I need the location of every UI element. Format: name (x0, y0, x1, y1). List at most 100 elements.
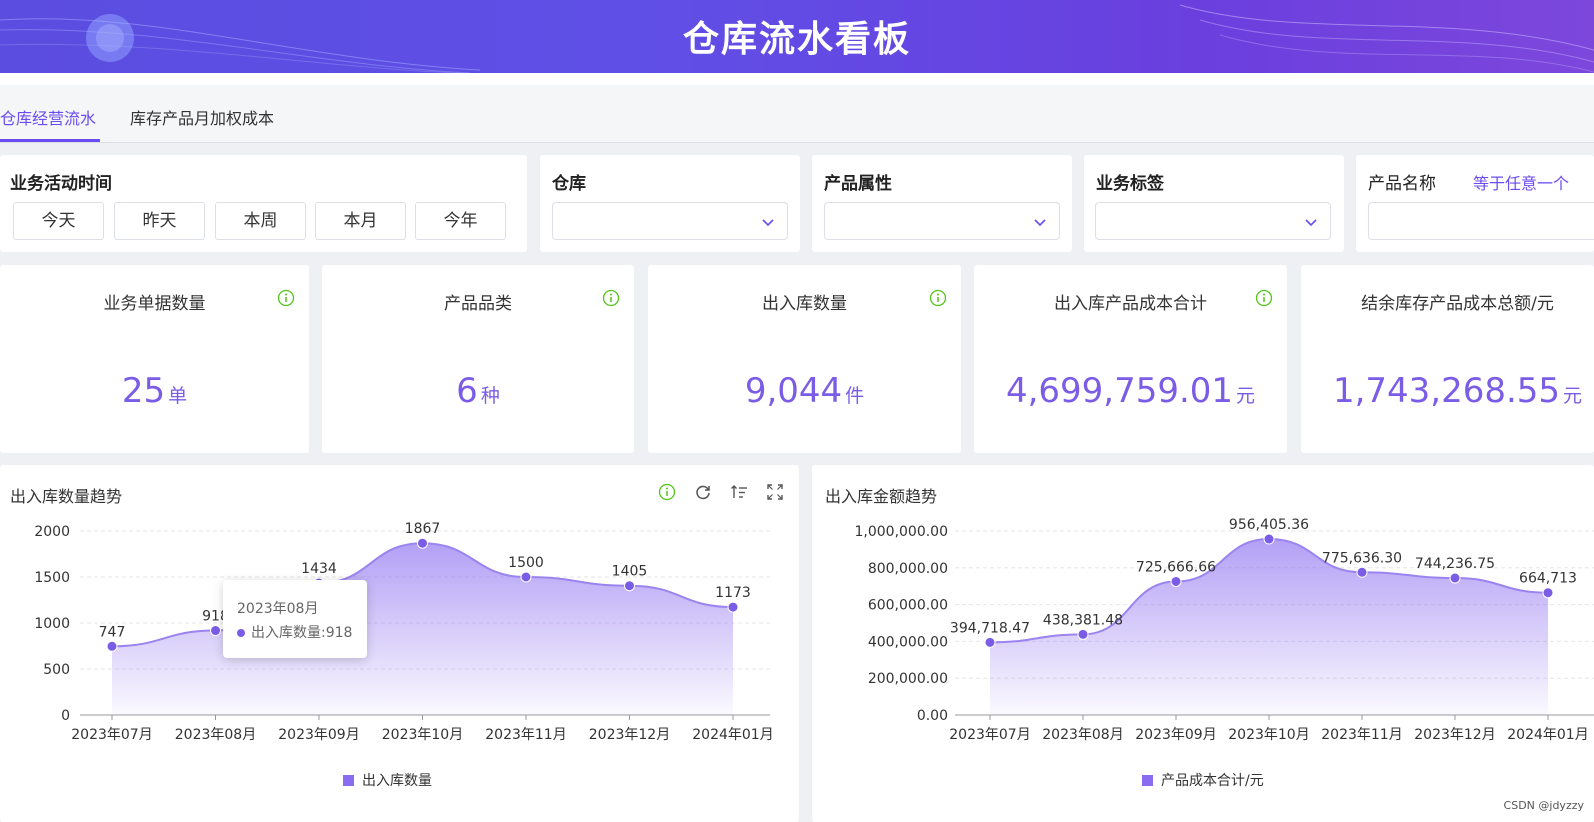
y-tick-label: 800,000.00 (868, 561, 948, 577)
filter-product-name-label: 产品名称 (1368, 174, 1436, 194)
filter-date: 业务活动时间 今天 昨天 本周 本月 今年 (0, 155, 527, 252)
sort-icon[interactable] (730, 483, 748, 501)
warehouse-select[interactable] (552, 202, 788, 240)
header-banner: 仓库流水看板 (0, 0, 1594, 73)
qty-trend-chart: 0 500 1000 1500 2000 2023年07月 2023年08月 2023年09月… (34, 521, 773, 743)
tab-monthly-weighted-cost[interactable]: 库存产品月加权成本 (130, 105, 274, 129)
y-tick-label: 600,000.00 (868, 598, 948, 614)
product-attr-select[interactable] (824, 202, 1060, 240)
chart-tooltip: 2023年08月 出入库数量:918 (223, 580, 367, 658)
data-point (1263, 533, 1275, 545)
date-this-week-button[interactable]: 本周 (215, 202, 306, 240)
data-label: 1500 (508, 555, 544, 571)
data-point (624, 580, 635, 592)
product-name-match-mode[interactable]: 等于任意一个 (1473, 170, 1569, 194)
x-tick-label: 2023年07月 (949, 727, 1030, 743)
fullscreen-icon[interactable] (766, 483, 784, 501)
x-tick-label: 2023年11月 (1321, 727, 1402, 743)
info-icon[interactable] (277, 289, 295, 307)
filter-product-attr: 产品属性 (812, 155, 1072, 252)
filter-warehouse-label: 仓库 (552, 174, 586, 194)
legend-swatch (343, 775, 354, 786)
active-tab-indicator (0, 139, 100, 142)
x-tick-label: 2023年12月 (589, 727, 670, 743)
kpi-value: 4,699,759.01 元 (1005, 371, 1256, 411)
chart-panel-qty: 出入库数量趋势 0 500 1000 1500 2000 2023年07月 2023年08月… (0, 465, 799, 822)
data-label: 775,636.30 (1322, 550, 1402, 566)
data-point (417, 537, 428, 549)
kpi-title: 出入库数量 (762, 294, 847, 314)
chevron-down-icon (1305, 219, 1317, 227)
data-point (1170, 575, 1182, 587)
x-tick-label: 2023年07月 (71, 727, 152, 743)
data-label: 744,236.75 (1415, 556, 1495, 572)
y-tick-label: 0.00 (917, 708, 948, 724)
x-tick-label: 2023年11月 (485, 727, 566, 743)
y-tick-label: 400,000.00 (868, 634, 948, 650)
data-label: 747 (99, 624, 126, 640)
kpi-value: 6种 (456, 371, 500, 411)
filter-business-tag: 业务标签 (1084, 155, 1344, 252)
info-icon[interactable] (602, 289, 620, 307)
chart-title: 出入库金额趋势 (825, 487, 938, 506)
filter-date-label: 业务活动时间 (10, 174, 112, 194)
kpi-card-categories: 产品品类 6种 (322, 265, 634, 453)
chart-title: 出入库数量趋势 (10, 487, 123, 506)
data-point (727, 601, 739, 613)
chart-panel-amount: 出入库金额趋势 0.00 200,000.00 400,000.00 600,000.… (812, 465, 1594, 822)
y-tick-label: 1,000,000.00 (854, 524, 948, 540)
data-point (1542, 587, 1554, 599)
x-tick-label: 2023年12月 (1414, 727, 1495, 743)
info-icon[interactable] (1255, 289, 1273, 307)
filter-product-name: 产品名称 等于任意一个 (1356, 155, 1594, 252)
kpi-value: 9,044 件 (744, 371, 865, 411)
data-label: 1867 (405, 521, 441, 537)
filter-warehouse: 仓库 (540, 155, 800, 252)
x-tick-label: 2024年01月 (1507, 727, 1588, 743)
date-this-year-button[interactable]: 今年 (415, 202, 506, 240)
data-point (1449, 572, 1461, 584)
product-name-input[interactable] (1368, 202, 1594, 240)
data-label: 1405 (612, 564, 648, 580)
x-tick-label: 2023年09月 (278, 727, 359, 743)
kpi-value: 25 单 (121, 371, 188, 411)
chevron-down-icon (762, 219, 774, 227)
watermark: CSDN @jdyzzy (1503, 799, 1584, 812)
refresh-icon[interactable] (694, 483, 712, 501)
banner-strip (0, 73, 1594, 85)
date-yesterday-button[interactable]: 昨天 (114, 202, 205, 240)
data-point (106, 640, 118, 652)
y-tick-label: 1500 (34, 570, 70, 586)
x-tick-label: 2023年08月 (175, 727, 256, 743)
x-tick-label: 2023年10月 (1228, 727, 1309, 743)
info-icon[interactable] (658, 483, 676, 501)
kpi-value: 1,743,268.55 元 (1332, 371, 1583, 411)
kpi-title: 出入库产品成本合计 (1054, 294, 1207, 314)
x-tick-label: 2023年08月 (1042, 727, 1123, 743)
data-point (520, 571, 532, 583)
kpi-card-quantity: 出入库数量 9,044 件 (648, 265, 961, 453)
data-point (1356, 566, 1368, 578)
kpi-title: 产品品类 (444, 294, 512, 314)
y-tick-label: 2000 (34, 524, 70, 540)
kpi-title: 结余库存产品成本总额/元 (1361, 294, 1554, 314)
filter-product-attr-label: 产品属性 (824, 174, 892, 194)
data-label: 1173 (715, 585, 751, 601)
kpi-card-documents: 业务单据数量 25 单 (0, 265, 309, 453)
chart-legend[interactable]: 出入库数量 (343, 770, 432, 790)
business-tag-select[interactable] (1095, 202, 1331, 240)
date-today-button[interactable]: 今天 (13, 202, 104, 240)
info-icon[interactable] (929, 289, 947, 307)
data-label: 1434 (301, 561, 337, 577)
tooltip-series-dot (237, 629, 245, 637)
x-tick-label: 2023年10月 (382, 727, 463, 743)
date-this-month-button[interactable]: 本月 (315, 202, 406, 240)
chevron-down-icon (1034, 219, 1046, 227)
y-tick-label: 1000 (34, 616, 70, 632)
chart-legend[interactable]: 产品成本合计/元 (1142, 770, 1264, 790)
filter-business-tag-label: 业务标签 (1096, 174, 1164, 194)
page-title: 仓库流水看板 (682, 19, 911, 60)
tab-warehouse-flow[interactable]: 仓库经营流水 (0, 105, 96, 129)
data-point (1077, 628, 1089, 640)
tooltip-row: 出入库数量:918 (237, 622, 352, 642)
